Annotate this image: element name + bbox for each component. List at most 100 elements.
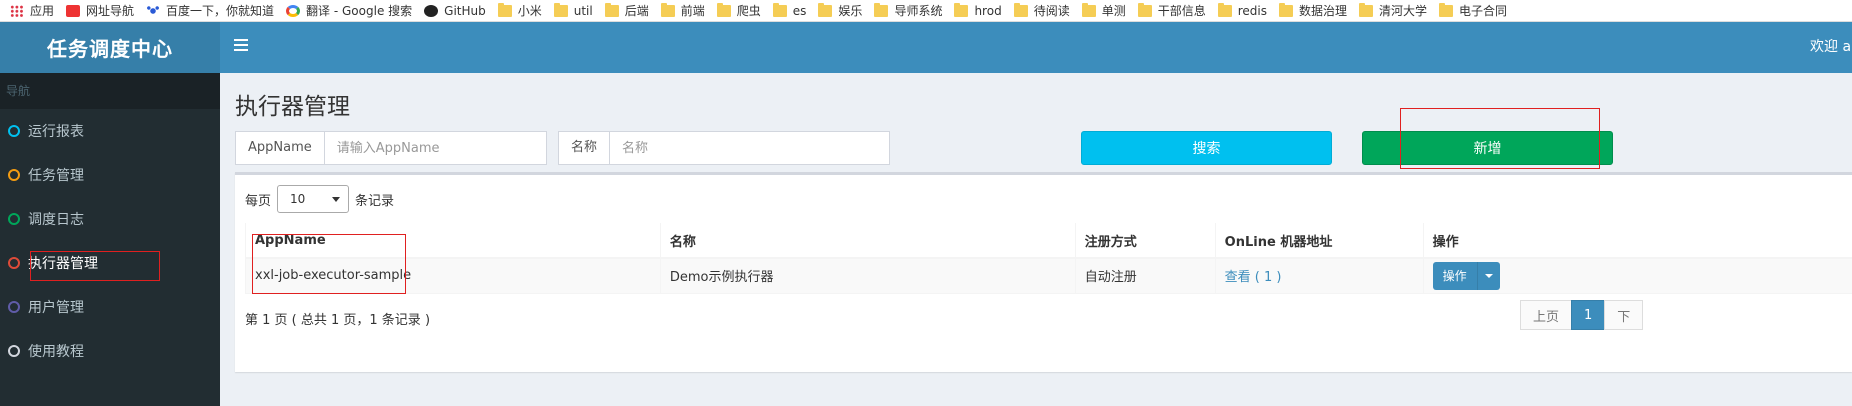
- column-header[interactable]: 操作: [1422, 223, 1852, 259]
- title-input[interactable]: [610, 132, 889, 164]
- bookmark-item[interactable]: 应用: [6, 0, 62, 21]
- prev-page-button[interactable]: 上页: [1520, 300, 1573, 330]
- bookmark-label: es: [792, 3, 807, 18]
- bookmark-item[interactable]: hrod: [950, 0, 1009, 21]
- folder-icon: [604, 2, 619, 17]
- sidebar-item[interactable]: 调度日志: [0, 197, 220, 241]
- bookmark-item[interactable]: 娱乐: [814, 0, 870, 21]
- page-button-current[interactable]: 1: [1571, 300, 1606, 330]
- bookmark-item[interactable]: 数据治理: [1275, 0, 1355, 21]
- action-cell: 操作: [1422, 258, 1852, 294]
- sidebar-item-label: 使用教程: [28, 344, 84, 360]
- app-logo[interactable]: 任务调度中心: [0, 22, 220, 73]
- bookmark-item[interactable]: 待阅读: [1010, 0, 1078, 21]
- sidebar-item[interactable]: 执行器管理: [0, 241, 220, 285]
- bookmark-item[interactable]: 电子合同: [1435, 0, 1515, 21]
- bookmark-item[interactable]: 小米: [494, 0, 550, 21]
- sidebar-item[interactable]: 任务管理: [0, 153, 220, 197]
- sidebar-item[interactable]: 用户管理: [0, 285, 220, 329]
- bookmark-item[interactable]: GitHub: [420, 0, 494, 21]
- bookmark-label: hrod: [974, 3, 1002, 18]
- folder-icon: [497, 2, 512, 17]
- appname-input[interactable]: [324, 132, 546, 164]
- action-button[interactable]: 操作: [1432, 261, 1478, 290]
- hao-icon: [66, 4, 81, 17]
- bookmark-label: util: [573, 3, 593, 18]
- page-size-select[interactable]: 10: [277, 185, 350, 213]
- bookmark-label: 单测: [1101, 4, 1126, 18]
- table-panel: 每页 10 条记录 AppName 名称 注册方式 OnLine 机器地址 操作 xxl…: [235, 172, 1852, 372]
- folder-icon: [954, 2, 969, 17]
- dropdown-toggle[interactable]: [1477, 261, 1500, 290]
- column-header[interactable]: OnLine 机器地址: [1214, 223, 1424, 259]
- action-dropdown[interactable]: 操作: [1432, 261, 1500, 290]
- page-info: 第 1 页 ( 总共 1 页，1 条记录 ): [245, 313, 431, 328]
- page-size-suffix: 条记录: [355, 193, 395, 209]
- bookmark-label: 翻译 - Google 搜索: [306, 4, 413, 18]
- bookmark-label: GitHub: [444, 3, 486, 18]
- folder-icon: [1217, 2, 1232, 17]
- appname-label: AppName: [236, 132, 325, 164]
- bookmark-item[interactable]: 翻译 - Google 搜索: [282, 0, 420, 21]
- bookmark-label: 娱乐: [838, 4, 863, 18]
- bookmark-label: 前端: [680, 4, 705, 18]
- pagination: 上页 1 下: [1520, 300, 1644, 330]
- github-icon: [424, 4, 439, 17]
- page-size-prefix: 每页: [245, 193, 272, 209]
- sidebar: 导航 运行报表 任务管理 调度日志 执行器管理 用户管理 使用教程: [0, 73, 220, 406]
- folder-icon: [818, 2, 833, 17]
- bookmark-label: 导师系统: [894, 4, 943, 18]
- sidebar-item[interactable]: 运行报表: [0, 109, 220, 153]
- caret-down-icon: [332, 196, 341, 202]
- bookmark-item[interactable]: 百度一下，你就知道: [142, 0, 282, 21]
- bookmark-item[interactable]: 清河大学: [1355, 0, 1435, 21]
- bookmark-item[interactable]: util: [550, 0, 601, 21]
- table-header-row: AppName 名称 注册方式 OnLine 机器地址 操作: [245, 223, 1852, 259]
- bookmark-item[interactable]: 网址导航: [62, 0, 142, 21]
- top-navbar: 任务调度中心 欢迎 a: [0, 22, 1852, 73]
- folder-icon: [553, 2, 568, 17]
- bookmark-item[interactable]: 爬虫: [713, 0, 769, 21]
- bookmark-item[interactable]: redis: [1214, 0, 1275, 21]
- sidebar-menu: 运行报表任务管理调度日志执行器管理 用户管理使用教程: [0, 109, 220, 373]
- search-button[interactable]: 搜索: [1081, 131, 1332, 165]
- bookmark-item[interactable]: 前端: [657, 0, 713, 21]
- google-icon: [286, 4, 301, 17]
- sidebar-item[interactable]: 使用教程: [0, 329, 220, 373]
- folder-icon: [1081, 2, 1096, 17]
- folder-icon: [1279, 2, 1293, 17]
- apps-grid-icon: [10, 4, 24, 17]
- bookmark-item[interactable]: es: [769, 0, 815, 21]
- online-address-link[interactable]: 查看 ( 1 ): [1214, 258, 1424, 294]
- folder-icon: [716, 2, 731, 17]
- annotation-box-appname: [252, 234, 406, 294]
- bookmark-item[interactable]: 单测: [1078, 0, 1134, 21]
- appname-group: AppName: [235, 131, 547, 165]
- table-row: xxl-job-executor-sample Demo示例执行器 自动注册 查看 (…: [245, 258, 1852, 294]
- column-header[interactable]: 名称: [659, 223, 1076, 259]
- bookmark-item[interactable]: 干部信息: [1134, 0, 1214, 21]
- bookmark-label: 后端: [624, 4, 649, 18]
- baidu-paw-icon: [146, 4, 161, 17]
- bookmark-label: 电子合同: [1459, 4, 1508, 18]
- column-header[interactable]: 注册方式: [1074, 223, 1216, 259]
- bookmarks-bar: 应用 网址导航 百度一下，你就知道 翻译 - Google 搜索 GitHub 小米 uti…: [0, 0, 1852, 22]
- folder-icon: [874, 2, 889, 17]
- sidebar-item-label: 调度日志: [28, 212, 84, 228]
- next-page-button[interactable]: 下: [1604, 300, 1644, 330]
- bookmark-label: redis: [1237, 3, 1267, 18]
- bookmark-label: 小米: [517, 4, 542, 18]
- title-group: 名称: [558, 131, 890, 165]
- bookmark-item[interactable]: 导师系统: [870, 0, 950, 21]
- bookmark-label: 百度一下，你就知道: [166, 4, 275, 18]
- bookmark-item[interactable]: 后端: [601, 0, 657, 21]
- welcome-user[interactable]: 欢迎 a: [1810, 22, 1852, 73]
- bookmark-label: 清河大学: [1379, 4, 1428, 18]
- bookmark-label: 网址导航: [86, 4, 135, 18]
- sidebar-toggle-icon[interactable]: [234, 39, 248, 51]
- title-label: 名称: [559, 132, 611, 164]
- bookmark-label: 爬虫: [736, 4, 761, 18]
- folder-icon: [1439, 2, 1454, 17]
- sidebar-item-label: 运行报表: [28, 124, 84, 140]
- folder-icon: [1137, 2, 1152, 17]
